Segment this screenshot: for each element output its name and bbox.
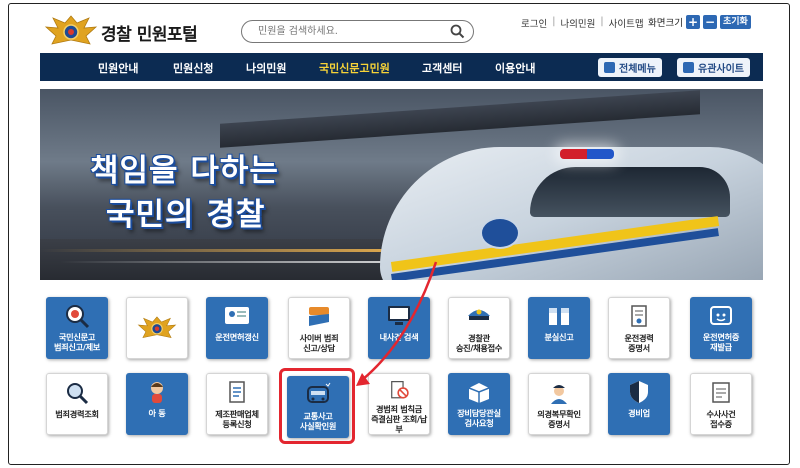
nav-item-apply[interactable]: 민원신청: [173, 60, 213, 76]
search-icon[interactable]: [450, 24, 465, 39]
light-streak: [40, 249, 420, 252]
certificate-icon: [631, 305, 647, 327]
receipt-icon: [712, 382, 730, 403]
nav-item-sinmungo[interactable]: 국민신문고민원: [319, 60, 390, 76]
utility-links: 로그인 | 나의민원 | 사이트맵: [521, 16, 644, 30]
cyber-shield-icon: [309, 307, 329, 326]
related-sites-label: 유관사이트: [698, 64, 744, 75]
tile-label: 제조판매업체 등록신청: [215, 409, 259, 429]
tile-license-reissue[interactable]: 운전면허증 재발급: [690, 297, 752, 359]
police-emblem-icon: [137, 316, 177, 339]
hero-banner[interactable]: 책임을 다하는 국민의 경찰: [40, 89, 763, 280]
nav-item-usage[interactable]: 이용안내: [495, 60, 535, 76]
nav-item-my[interactable]: 나의민원: [246, 60, 286, 76]
search-input[interactable]: [258, 24, 438, 39]
car-emblem-icon: [480, 217, 520, 249]
tile-label: 의경복무확인 증명서: [537, 409, 581, 429]
police-logo[interactable]: [44, 14, 98, 48]
officer-icon: [551, 385, 567, 404]
sitemap-link[interactable]: 사이트맵: [609, 16, 644, 30]
tile-label: 운전경력 증명서: [624, 333, 654, 353]
site-title[interactable]: 경찰 민원포털: [101, 20, 198, 45]
tile-label: 국민신문고 범죄신고/제보: [53, 332, 101, 352]
emblem-icon: [683, 62, 694, 73]
tile-child[interactable]: 아 동: [126, 373, 188, 435]
divider: |: [600, 16, 604, 27]
tile-label: 운전면허증 재발급: [702, 332, 740, 352]
full-menu-button[interactable]: 전체메뉴: [598, 58, 662, 77]
banner-headline-2: 국민의 경찰: [106, 197, 266, 233]
menu-icon: [604, 62, 615, 73]
zoom-out-button[interactable]: −: [702, 15, 717, 29]
tile-label: 사이버 범죄 신고/상담: [299, 333, 339, 353]
tile-label: 경범죄 범칙금 즉결심판 조회/납부: [371, 404, 427, 434]
tile-label: 분실신고: [544, 332, 574, 342]
nav-item-customer-center[interactable]: 고객센터: [422, 60, 462, 76]
license-card-icon: [225, 307, 249, 324]
magnifier-badge-icon: [66, 305, 90, 329]
equipment-box-icon: [468, 383, 490, 403]
bridge-graphic: [220, 90, 700, 148]
reissue-card-icon: [710, 306, 732, 325]
tile-label: 장비담당관실 검사요청: [457, 408, 501, 428]
tile-lost-report[interactable]: 분실신고: [528, 297, 590, 359]
tile-conscript-service-certificate[interactable]: 의경복무확인 증명서: [528, 373, 590, 435]
security-shield-icon: [630, 381, 648, 403]
my-petitions-link[interactable]: 나의민원: [560, 16, 595, 30]
tile-label: 내사건 검색: [379, 332, 419, 342]
tile-label: 경비업: [628, 408, 650, 418]
tile-report-crime[interactable]: 국민신문고 범죄신고/제보: [46, 297, 108, 359]
tile-security-business[interactable]: 경비업: [608, 373, 670, 435]
full-menu-label: 전체메뉴: [619, 64, 656, 75]
light-streak: [60, 261, 400, 263]
divider: |: [552, 16, 556, 27]
highlight-box: [279, 368, 355, 444]
zoom-in-button[interactable]: +: [685, 15, 700, 29]
search-box[interactable]: [241, 20, 474, 43]
font-size-control: 화면크기 + − 초기화: [648, 15, 751, 29]
zoom-reset-button[interactable]: 초기화: [719, 15, 751, 29]
child-icon: [151, 382, 163, 403]
tile-label: 운전면허갱신: [215, 332, 259, 342]
tile-promotion-hiring[interactable]: 경찰관 승진/채용접수: [448, 297, 510, 359]
tile-criminal-record[interactable]: 범죄경력조회: [46, 373, 108, 435]
tile-equipment-inspection[interactable]: 장비담당관실 검사요청: [448, 373, 510, 435]
fine-document-icon: [391, 381, 409, 399]
login-link[interactable]: 로그인: [521, 16, 547, 30]
lost-box-icon: [549, 308, 569, 325]
zoom-label: 화면크기: [648, 18, 683, 29]
document-list-icon: [229, 381, 245, 403]
tile-police-emblem[interactable]: [126, 297, 188, 359]
tile-driving-record[interactable]: 운전경력 증명서: [608, 297, 670, 359]
tile-license-renewal[interactable]: 운전면허갱신: [206, 297, 268, 359]
main-nav: 민원안내 민원신청 나의민원 국민신문고민원 고객센터 이용안내 전체메뉴 유관…: [40, 53, 763, 81]
tile-label: 수사사건 접수증: [706, 409, 736, 429]
tile-minor-offense-fine[interactable]: 경범죄 범칙금 즉결심판 조회/납부: [368, 373, 430, 435]
tile-label: 경찰관 승진/채용접수: [455, 333, 503, 353]
tile-investigation-receipt[interactable]: 수사사건 접수증: [690, 373, 752, 435]
banner-headline-1: 책임을 다하는: [90, 153, 279, 189]
monitor-icon: [388, 306, 410, 325]
tile-label: 아 동: [148, 408, 166, 418]
police-car-image: [380, 147, 763, 280]
siren-light: [560, 149, 614, 159]
related-sites-button[interactable]: 유관사이트: [677, 58, 750, 77]
police-cap-icon: [468, 309, 490, 320]
tile-cyber-crime[interactable]: 사이버 범죄 신고/상담: [288, 297, 350, 359]
tile-label: 범죄경력조회: [55, 409, 99, 419]
nav-item-guide[interactable]: 민원안내: [98, 60, 138, 76]
car-stripe: [390, 216, 720, 272]
car-window: [530, 167, 730, 217]
tile-my-case-search[interactable]: 내사건 검색: [368, 297, 430, 359]
search-icon: [67, 383, 89, 405]
tile-manufacturer-registration[interactable]: 제조판매업체 등록신청: [206, 373, 268, 435]
